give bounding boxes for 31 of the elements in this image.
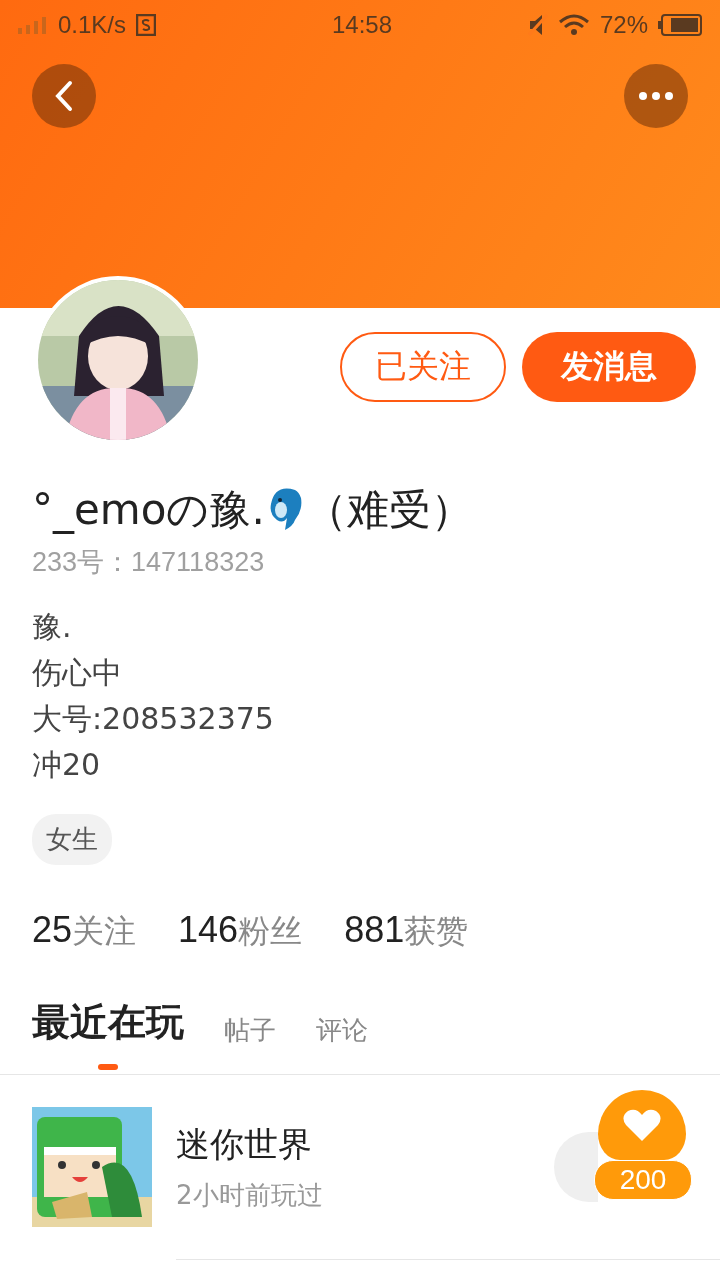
bio-line: 豫. bbox=[32, 608, 72, 646]
tab[interactable]: 最近在玩 bbox=[32, 997, 184, 1070]
network-speed: 0.1K/s bbox=[58, 11, 127, 39]
tab[interactable]: 帖子 bbox=[224, 1013, 276, 1070]
stat-label: 关注 bbox=[72, 911, 137, 952]
tab[interactable]: 评论 bbox=[316, 1013, 368, 1070]
app-notification-icon bbox=[136, 14, 157, 36]
clock-time: 14:58 bbox=[331, 11, 393, 39]
last-played-time: 2小时前玩过 bbox=[176, 1178, 323, 1212]
more-icon bbox=[638, 91, 674, 101]
heart-icon bbox=[622, 1107, 662, 1143]
gender-tag: 女生 bbox=[32, 814, 112, 865]
follow-button[interactable]: 已关注 bbox=[340, 332, 506, 402]
like-count: 200 bbox=[594, 1160, 692, 1200]
signal-icon bbox=[18, 16, 48, 34]
bio-line: 大号:208532375 bbox=[32, 700, 274, 738]
stat-count: 881 bbox=[344, 909, 405, 951]
wifi-icon bbox=[557, 14, 590, 36]
stat-label: 获赞 bbox=[404, 911, 469, 952]
game-title: 迷你世界 bbox=[176, 1122, 312, 1166]
bio-line: 伤心中 bbox=[32, 654, 122, 692]
user-status: （难受） bbox=[304, 484, 473, 536]
user-id: 233号：147118323 bbox=[32, 546, 266, 579]
stat-label: 粉丝 bbox=[238, 911, 303, 952]
battery-icon bbox=[658, 14, 702, 36]
stat-count: 146 bbox=[178, 909, 239, 951]
bio-line: 冲20 bbox=[32, 746, 101, 784]
battery-percent: 72% bbox=[599, 11, 648, 39]
stat-count: 25 bbox=[32, 909, 73, 951]
user-name: °_emoの豫. bbox=[32, 484, 265, 536]
message-button[interactable]: 发消息 bbox=[522, 332, 696, 402]
